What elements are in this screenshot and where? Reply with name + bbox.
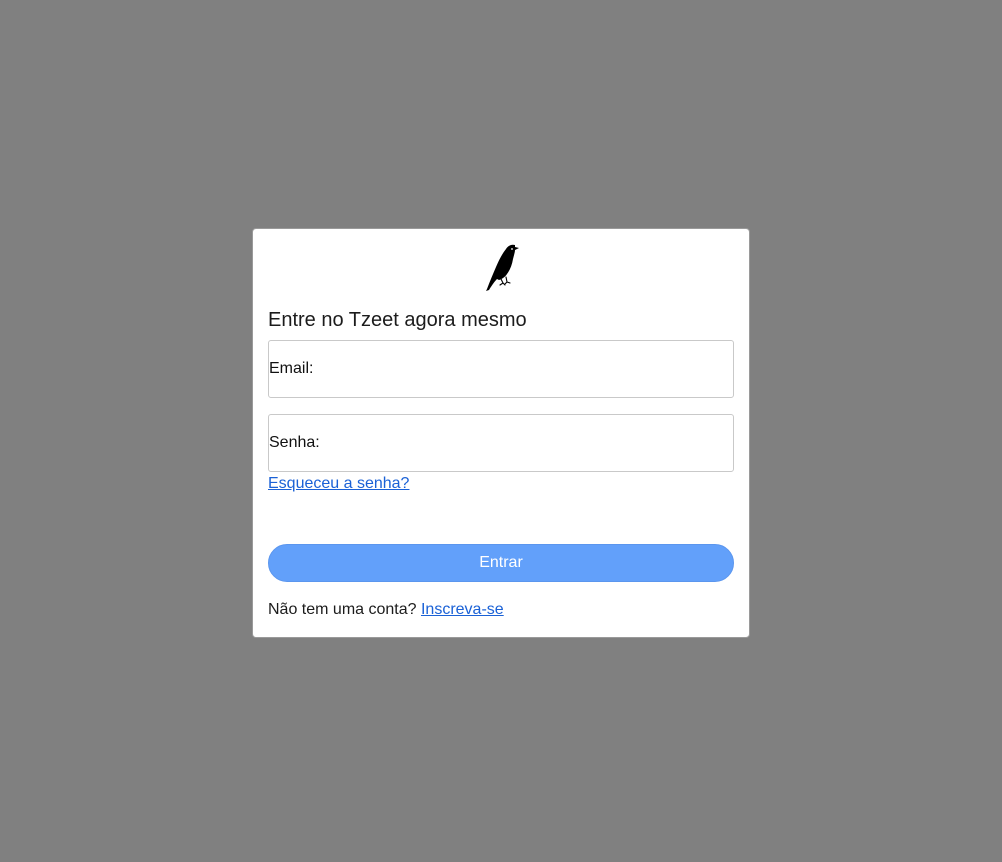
email-input[interactable] [313, 341, 733, 397]
signup-link[interactable]: Inscreva-se [421, 601, 504, 618]
password-field[interactable]: Senha: [268, 414, 734, 472]
signup-row: Não tem uma conta? Inscreva-se [268, 601, 504, 619]
email-label: Email: [269, 360, 314, 377]
password-label: Senha: [269, 434, 320, 451]
bird-icon [484, 243, 520, 295]
page-title: Entre no Tzeet agora mesmo [268, 309, 527, 331]
forgot-password-link[interactable]: Esqueceu a senha? [268, 475, 409, 493]
password-input[interactable] [319, 415, 733, 471]
signup-prompt: Não tem uma conta? [268, 601, 417, 618]
login-modal: Entre no Tzeet agora mesmo Email: Senha:… [252, 228, 750, 638]
login-button[interactable]: Entrar [268, 544, 734, 582]
email-field[interactable]: Email: [268, 340, 734, 398]
